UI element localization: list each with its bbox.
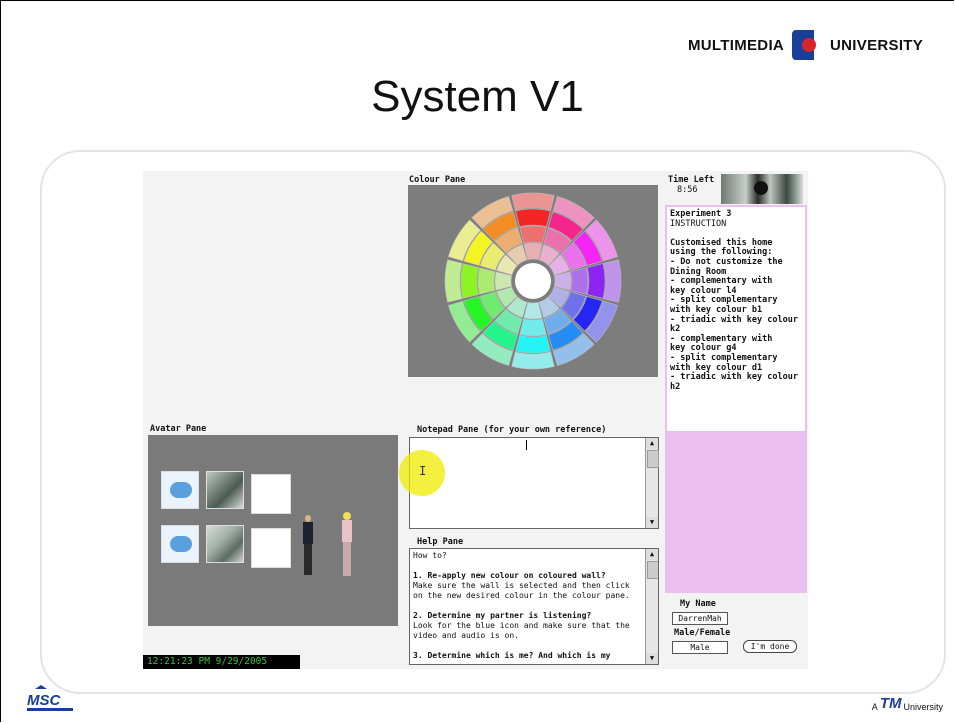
svg-text:MSC: MSC — [27, 692, 62, 709]
help-text: How to? 1. Re-apply new colour on colour… — [410, 549, 638, 663]
instruction-line: INSTRUCTION — [670, 218, 727, 229]
help-line: Make sure the wall is selected and then … — [413, 581, 630, 600]
scroll-up-icon[interactable]: ▲ — [646, 549, 658, 560]
scroll-up-icon[interactable]: ▲ — [646, 438, 658, 449]
help-line: 1. Re-apply new colour on coloured wall? — [413, 571, 606, 580]
instruction-line: - triadic with key colour — [670, 314, 798, 325]
partner-user-icon[interactable] — [161, 525, 199, 563]
scroll-down-icon[interactable]: ▼ — [646, 517, 658, 528]
notepad-scrollbar[interactable]: ▲ ▼ — [645, 438, 659, 528]
colour-swatch[interactable] — [515, 334, 551, 354]
avatar-user-icon[interactable] — [161, 471, 199, 509]
colour-swatch[interactable] — [460, 263, 480, 299]
clock-display: 12:21:23 PM 9/29/2005 — [143, 655, 300, 669]
help-line — [413, 601, 635, 611]
colour-swatch[interactable] — [603, 259, 622, 303]
colour-swatch[interactable] — [515, 208, 551, 228]
instruction-line: h2 — [670, 381, 681, 392]
tm-university-logo: A TM University — [872, 695, 943, 712]
colour-swatch[interactable] — [494, 271, 513, 291]
colour-swatch[interactable] — [523, 242, 543, 261]
mmu-emblem-icon — [792, 30, 822, 60]
avatar-pane-label: Avatar Pane — [150, 424, 207, 434]
logo-text-left: MULTIMEDIA — [688, 36, 785, 54]
colour-swatch[interactable] — [553, 271, 572, 291]
help-line — [413, 561, 635, 571]
scroll-down-icon[interactable]: ▼ — [646, 653, 658, 664]
help-pane-label: Help Pane — [417, 537, 464, 547]
colour-swatch[interactable] — [586, 263, 606, 299]
instruction-box: Experiment 3 INSTRUCTION Customised this … — [667, 207, 805, 431]
colour-swatch[interactable] — [523, 301, 543, 320]
partner-video-thumbnail[interactable] — [206, 525, 244, 563]
colour-pane — [408, 185, 658, 377]
tm-logo-brand: TM — [879, 695, 902, 712]
colour-wheel-center — [515, 263, 551, 299]
application-window: Colour Pane Time Left 8:56 Experiment 3I… — [143, 171, 808, 669]
colour-swatch[interactable] — [511, 192, 555, 211]
scroll-thumb[interactable] — [647, 561, 658, 579]
my-name-field[interactable]: DarrenMah — [672, 612, 728, 625]
colour-swatch[interactable] — [477, 267, 496, 295]
colour-pane-label: Colour Pane — [409, 175, 466, 185]
colour-swatch[interactable] — [444, 259, 463, 303]
help-line: Look for the blue icon and make sure tha… — [413, 621, 630, 640]
slide-title: System V1 — [371, 72, 584, 121]
tm-logo-suffix: University — [903, 702, 943, 712]
help-line: How to? — [413, 551, 447, 560]
female-avatar-figure[interactable] — [341, 512, 353, 576]
male-avatar-figure[interactable] — [303, 515, 313, 575]
help-line: 2. Determine my partner is listening? — [413, 611, 592, 620]
my-name-label: My Name — [680, 599, 716, 609]
help-line: 3. Determine which is me? And which is m… — [413, 651, 611, 660]
speaker-icon[interactable] — [754, 181, 768, 195]
text-cursor-icon: I — [419, 464, 427, 478]
colour-swatch[interactable] — [511, 351, 555, 370]
text-caret — [526, 440, 527, 450]
time-left-value: 8:56 — [677, 185, 698, 195]
colour-swatch[interactable] — [570, 267, 589, 295]
multimedia-university-logo: MULTIMEDIA UNIVERSITY — [688, 25, 923, 65]
help-pane: How to? 1. Re-apply new colour on colour… — [409, 548, 659, 665]
logo-text-right: UNIVERSITY — [830, 36, 924, 54]
participant-video-thumbnails — [721, 174, 803, 204]
gender-label: Male/Female — [674, 628, 731, 638]
tm-logo-prefix: A — [871, 702, 878, 712]
avatar-pane — [148, 435, 398, 626]
im-done-button[interactable]: I'm done — [743, 640, 797, 653]
msc-malaysia-logo: MSC — [25, 685, 85, 715]
partner-empty-slot[interactable] — [251, 528, 291, 568]
time-left-label: Time Left — [668, 175, 715, 185]
help-line — [413, 641, 635, 651]
notepad-textarea[interactable]: ▲ ▼ — [409, 437, 659, 529]
pointer-highlight: I — [399, 450, 445, 496]
gender-field[interactable]: Male — [672, 641, 728, 654]
colour-swatch[interactable] — [519, 225, 547, 244]
colour-wheel[interactable] — [408, 185, 658, 377]
avatar-video-thumbnail[interactable] — [206, 471, 244, 509]
scroll-thumb[interactable] — [647, 450, 659, 468]
avatar-empty-slot[interactable] — [251, 474, 291, 514]
instruction-line: - triadic with key colour — [670, 372, 798, 383]
notepad-pane-label: Notepad Pane (for your own reference) — [417, 425, 607, 435]
help-scrollbar[interactable]: ▲ ▼ — [645, 549, 658, 664]
colour-swatch[interactable] — [519, 318, 547, 337]
